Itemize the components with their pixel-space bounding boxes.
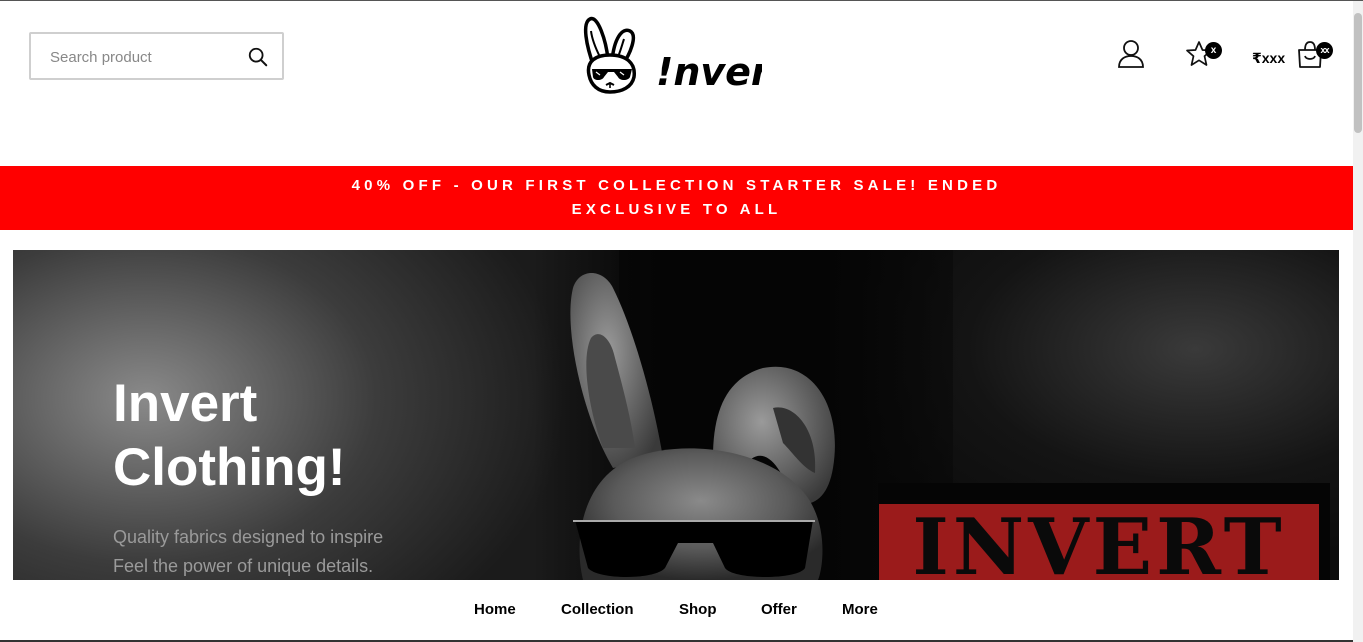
hero-subtitle-line-1: Quality fabrics designed to inspire	[113, 527, 384, 547]
rabbit-mascot-image	[570, 273, 835, 580]
invert-stamp-logo: INVERT	[879, 504, 1319, 580]
nav-item-home[interactable]: Home	[474, 601, 516, 618]
brand-logo[interactable]: !nvert	[580, 15, 762, 95]
promo-line-2: EXCLUSIVE TO ALL	[571, 201, 782, 218]
hero-subtitle: Quality fabrics designed to inspire Feel…	[113, 523, 383, 580]
search-box[interactable]	[29, 32, 284, 80]
nav-item-collection[interactable]: Collection	[561, 601, 634, 618]
svg-text:INVERT: INVERT	[912, 504, 1285, 580]
hero-subtitle-line-2: Feel the power of unique details.	[113, 556, 374, 576]
nav-item-shop[interactable]: Shop	[679, 601, 717, 618]
logo-wordmark: !nvert	[656, 50, 762, 94]
search-icon[interactable]	[247, 46, 269, 68]
cart-count-badge: xx	[1316, 42, 1333, 59]
promo-line-1: 40% OFF - OUR FIRST COLLECTION STARTER S…	[351, 177, 1002, 194]
page-scrollbar[interactable]	[1353, 1, 1363, 642]
site-header: !nvert x ₹xxx xx	[0, 1, 1353, 166]
nav-item-more[interactable]: More	[842, 601, 878, 618]
scrollbar-thumb[interactable]	[1354, 13, 1362, 133]
main-navigation: Home Collection Shop Offer More	[0, 580, 1353, 640]
hero-banner[interactable]: INVERT Invert Clothing! Quality fabrics …	[13, 250, 1339, 580]
user-icon[interactable]	[1117, 39, 1145, 69]
hero-title: Invert Clothing!	[113, 374, 346, 497]
search-input[interactable]	[50, 46, 240, 68]
wishlist-count-badge: x	[1205, 42, 1222, 59]
nav-item-offer[interactable]: Offer	[761, 601, 797, 618]
cart-total[interactable]: ₹xxx	[1252, 50, 1285, 67]
promo-banner: 40% OFF - OUR FIRST COLLECTION STARTER S…	[0, 166, 1353, 230]
